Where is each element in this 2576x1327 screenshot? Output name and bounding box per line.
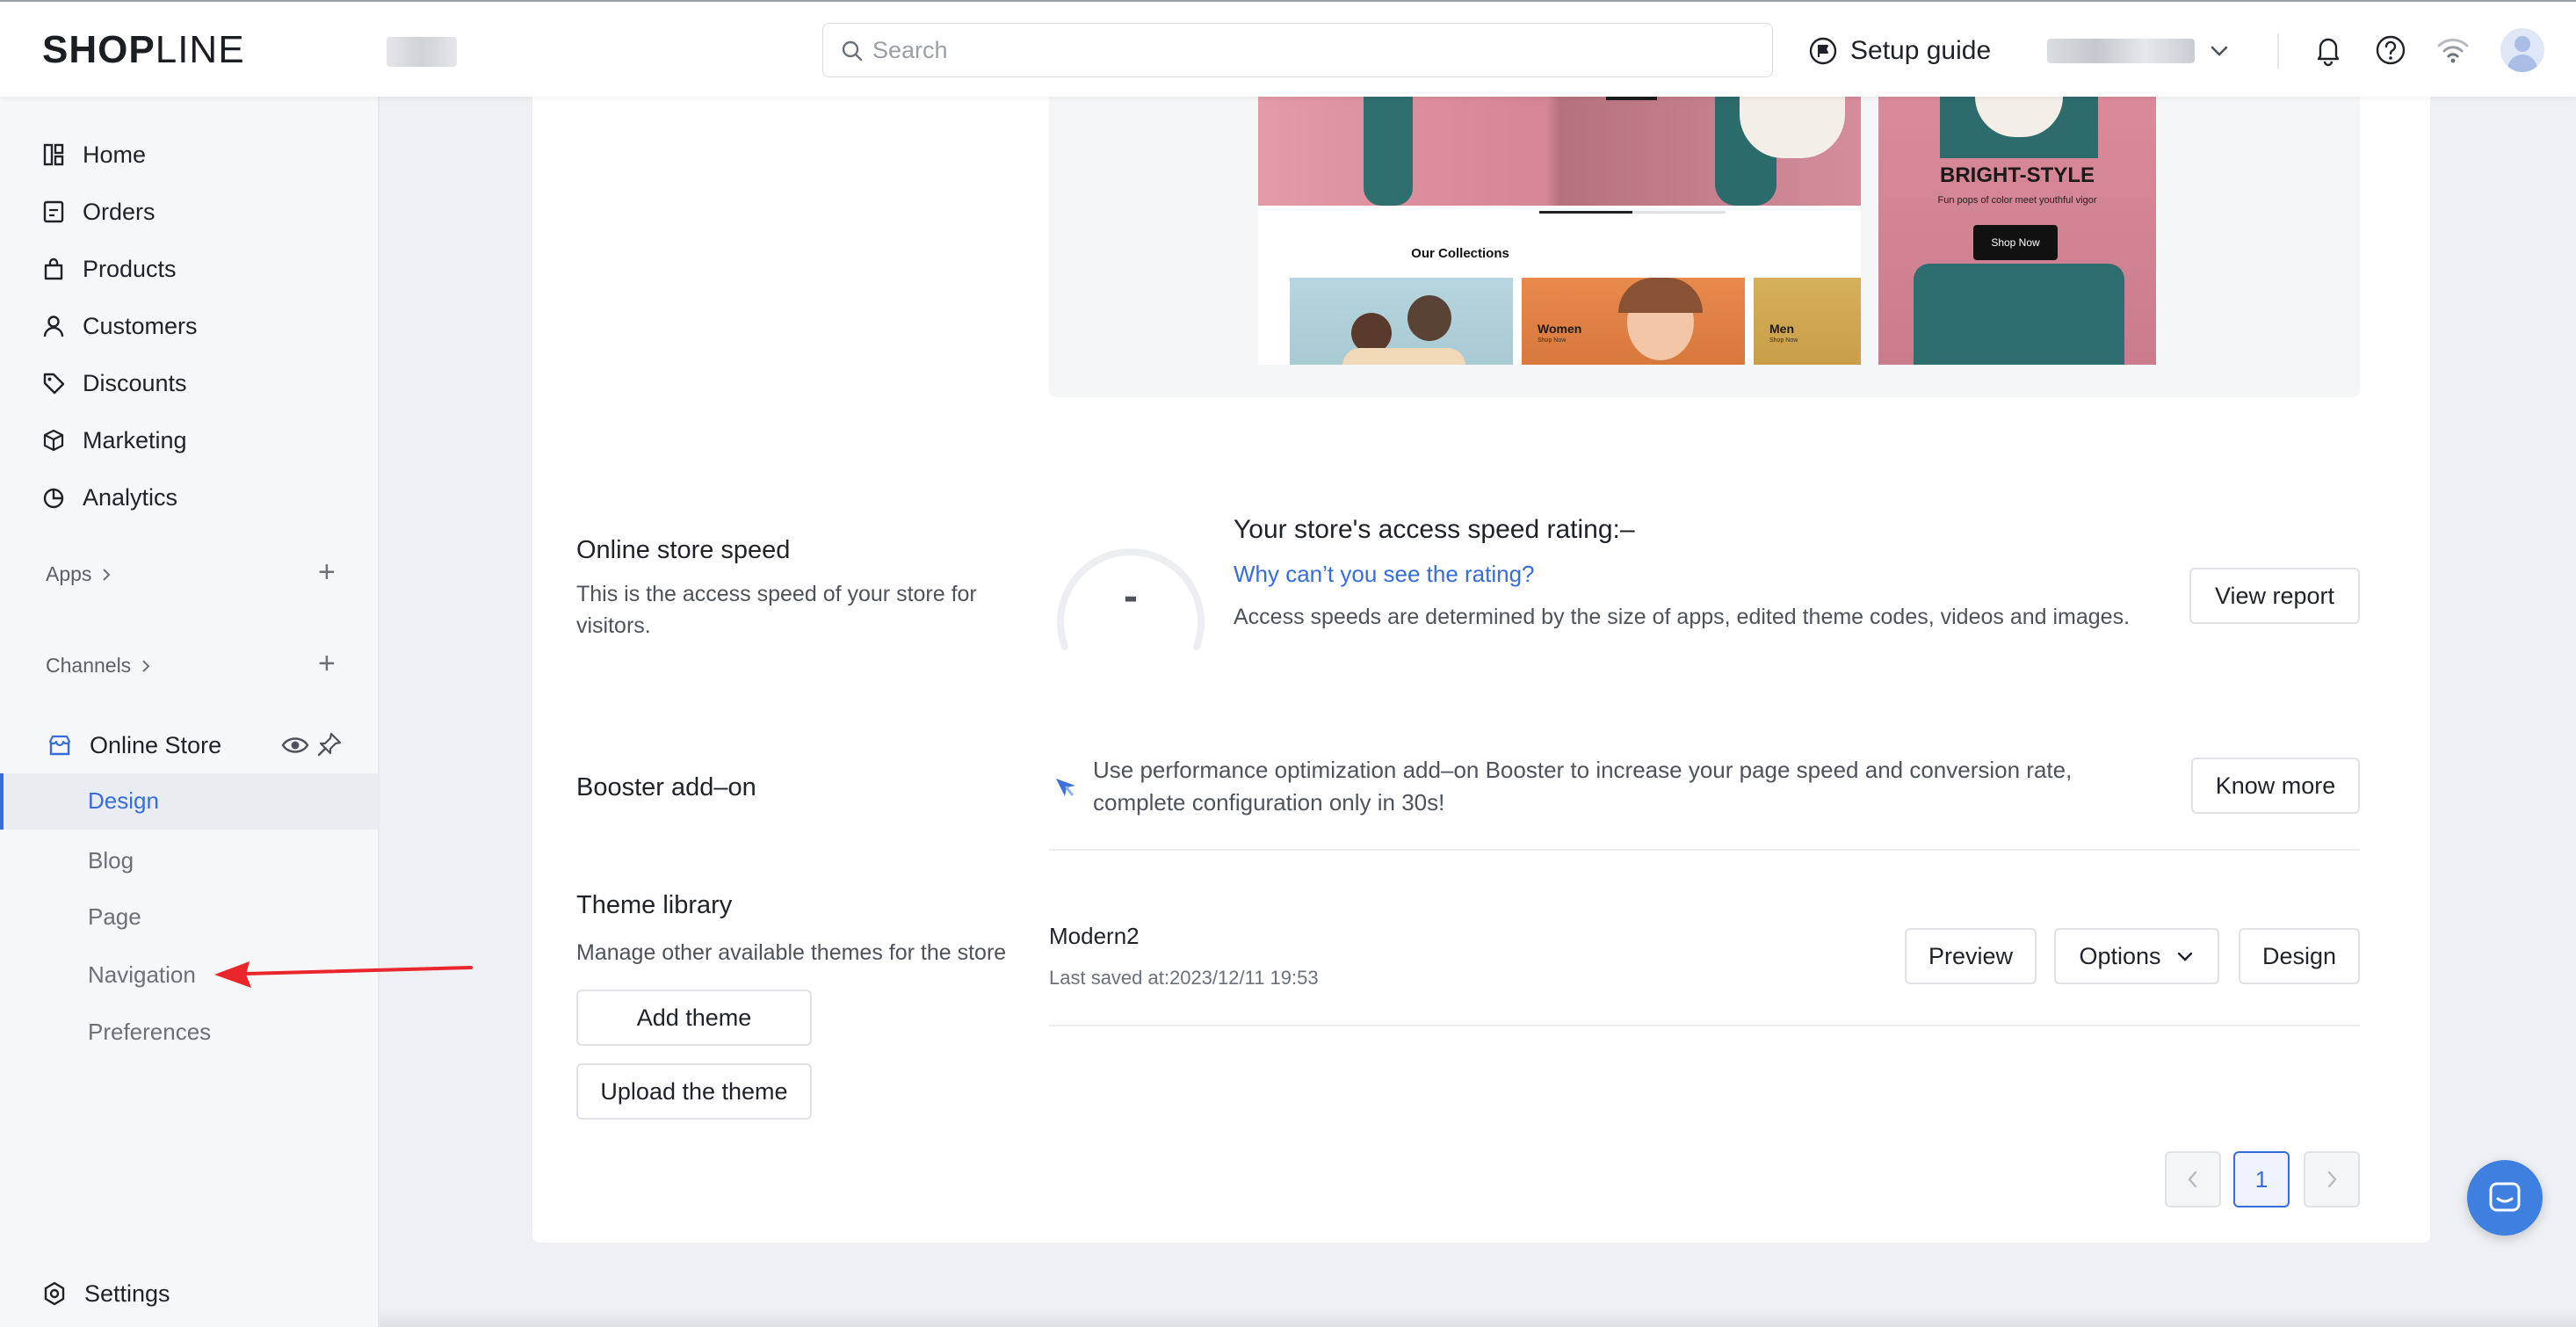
mobile-preview-image: BRIGHT-STYLE Fun pops of color meet yout… [1878, 97, 2156, 365]
collections-heading: Our Collections [1411, 246, 1509, 261]
theme-library-desc: Manage other available themes for the st… [576, 940, 1007, 965]
sidebar: Home Orders Products Customers Discounts… [0, 97, 380, 1327]
collection-tile-women: Women Shop Now [1522, 278, 1745, 365]
sidebar-item-analytics[interactable]: Analytics [42, 478, 177, 517]
bag-icon [44, 257, 63, 280]
account-name-blurred[interactable] [2047, 39, 2195, 63]
sidebar-item-online-store[interactable]: Online Store [47, 726, 221, 765]
main-card: Our Collections Women Shop Now Men Shop … [532, 97, 2430, 1243]
channels-section-toggle[interactable]: Channels [46, 654, 152, 678]
person-icon [43, 315, 64, 337]
upload-theme-button[interactable]: Upload the theme [576, 1063, 812, 1120]
chevron-right-icon [103, 568, 111, 581]
pagination-page-1[interactable]: 1 [2233, 1151, 2290, 1207]
gauge-value: - [1124, 573, 1138, 620]
sidebar-item-orders[interactable]: Orders [42, 192, 156, 231]
theme-name: Modern2 [1049, 923, 1140, 949]
store-icon [48, 735, 71, 756]
page-bottom-edge [380, 1309, 2576, 1327]
sidebar-subitem-blog[interactable]: Blog [88, 847, 134, 874]
flag-circle-icon [1809, 37, 1837, 65]
sidebar-subitem-design[interactable]: Design [0, 773, 378, 830]
theme-library-title: Theme library [576, 891, 733, 919]
design-theme-button[interactable]: Design [2239, 928, 2360, 984]
add-app-icon[interactable]: + [318, 557, 336, 587]
chevron-down-icon [2177, 952, 2192, 961]
search-box[interactable] [822, 23, 1773, 77]
chat-support-button[interactable] [2467, 1160, 2543, 1236]
search-input[interactable] [872, 33, 1733, 68]
chevron-left-icon [2188, 1171, 2197, 1188]
know-more-button[interactable]: Know more [2191, 758, 2360, 814]
access-speed-explanation: Access speeds are determined by the size… [1234, 605, 2131, 629]
sidebar-item-settings[interactable]: Settings [42, 1274, 170, 1313]
help-icon[interactable] [2374, 33, 2407, 67]
pin-icon[interactable] [316, 731, 343, 758]
sidebar-item-home[interactable]: Home [42, 135, 146, 174]
collection-tile-men: Men Shop Now [1754, 278, 1861, 365]
sidebar-subitem-navigation[interactable]: Navigation [88, 961, 196, 989]
speed-rating-text: Your store's access speed rating:– [1234, 515, 1635, 544]
booster-section-title: Booster add–on [576, 773, 756, 801]
setup-guide-label: Setup guide [1850, 36, 1992, 65]
home-icon [43, 143, 64, 166]
store-name-blurred[interactable] [387, 37, 457, 67]
shopline-logo[interactable]: SHOPLINE [42, 28, 245, 72]
rocket-icon [1056, 779, 1075, 796]
active-indicator [0, 773, 4, 830]
sidebar-subitem-page[interactable]: Page [88, 903, 141, 931]
sidebar-subitem-preferences[interactable]: Preferences [88, 1019, 211, 1046]
sidebar-item-products[interactable]: Products [42, 250, 177, 288]
eye-icon[interactable] [281, 735, 309, 756]
add-channel-icon[interactable]: + [318, 649, 336, 678]
setup-guide-button[interactable]: Setup guide [1808, 32, 1991, 70]
bell-icon[interactable] [2312, 33, 2344, 67]
divider [2277, 33, 2279, 69]
sidebar-item-customers[interactable]: Customers [42, 307, 198, 345]
chevron-right-icon [142, 659, 150, 672]
red-arrow-annotation [214, 961, 473, 988]
apps-section-toggle[interactable]: Apps [46, 562, 112, 586]
options-dropdown-button[interactable]: Options [2054, 928, 2219, 984]
pagination-prev-button[interactable] [2165, 1151, 2221, 1207]
search-icon [842, 40, 863, 62]
speed-section-desc: This is the access speed of your store f… [576, 582, 977, 638]
speed-section-title: Online store speed [576, 536, 791, 564]
top-bar: SHOPLINE Setup guide [0, 0, 2576, 97]
mobile-shop-now-button: Shop Now [1973, 225, 2058, 260]
theme-last-saved: Last saved at:2023/12/11 19:53 [1049, 967, 1319, 989]
pagination-next-button[interactable] [2304, 1151, 2360, 1207]
mobile-hero-title: BRIGHT-STYLE [1939, 163, 2095, 187]
add-theme-button[interactable]: Add theme [576, 990, 812, 1046]
collection-tile-couple [1290, 278, 1513, 365]
why-no-rating-link[interactable]: Why can’t you see the rating? [1234, 561, 1535, 588]
sidebar-item-discounts[interactable]: Discounts [42, 364, 187, 402]
divider [1049, 849, 2360, 851]
chat-icon [2489, 1182, 2521, 1212]
chevron-down-icon[interactable] [2207, 39, 2232, 63]
gear-icon [44, 1281, 65, 1306]
user-avatar[interactable] [2500, 28, 2544, 72]
cube-icon [43, 429, 64, 452]
booster-description: Use performance optimization add–on Boos… [1093, 757, 2073, 816]
divider [1049, 1025, 2360, 1026]
desktop-preview-image: Our Collections Women Shop Now Men Shop … [1258, 97, 1861, 365]
pie-icon [43, 488, 64, 509]
view-report-button[interactable]: View report [2189, 568, 2360, 624]
wifi-icon[interactable] [2435, 33, 2471, 67]
mobile-hero-subtitle: Fun pops of color meet youthful vigor [1937, 195, 2097, 206]
speed-gauge: - [1057, 548, 1205, 650]
sidebar-item-marketing[interactable]: Marketing [42, 421, 187, 460]
orders-icon [43, 200, 64, 223]
preview-theme-button[interactable]: Preview [1905, 928, 2037, 984]
chevron-right-icon [2327, 1171, 2337, 1188]
tag-icon [43, 373, 65, 395]
